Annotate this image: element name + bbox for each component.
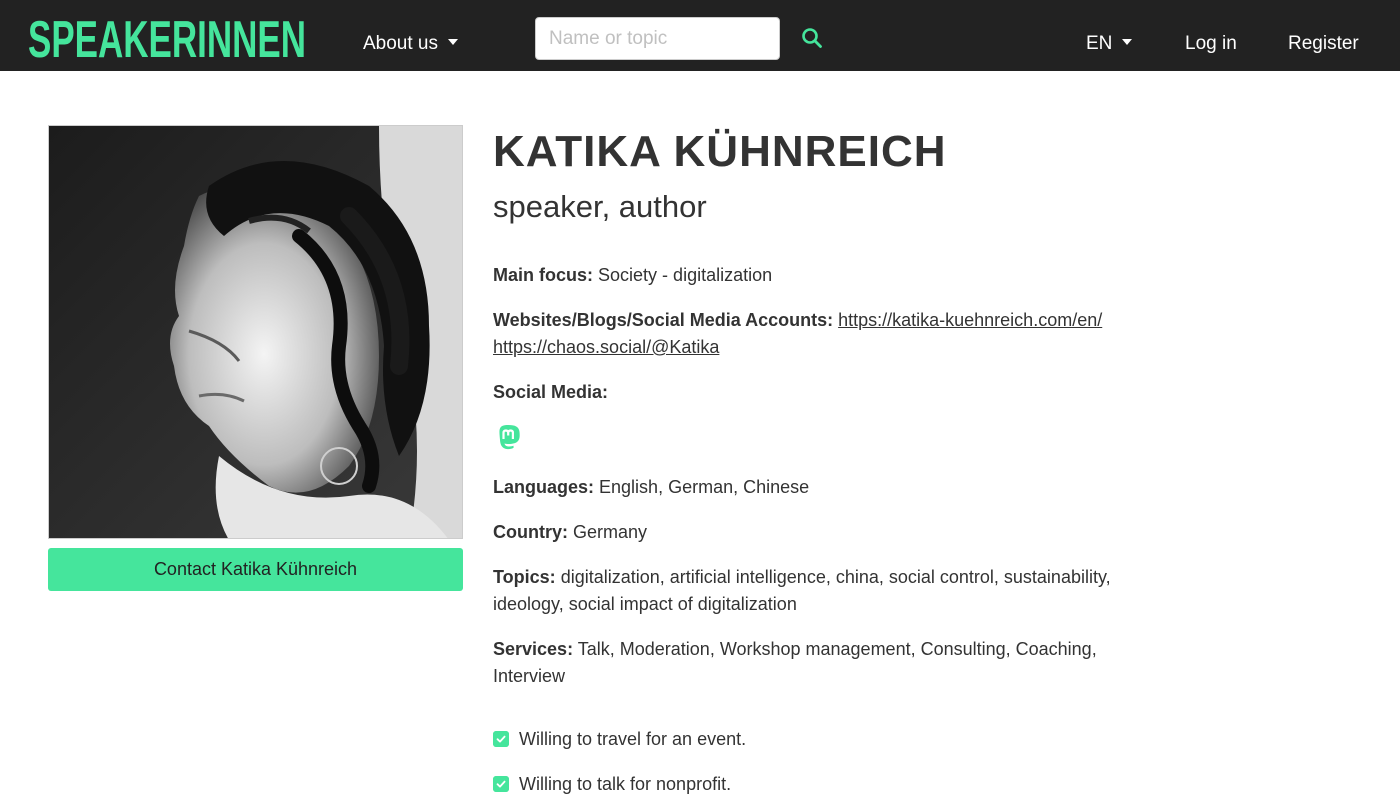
country-label: Country: <box>493 522 568 542</box>
logo-text: SPEAKERINNEN <box>28 12 306 60</box>
checkbox-checked-icon <box>493 731 509 747</box>
website-link[interactable]: https://katika-kuehnreich.com/en/ <box>838 310 1102 330</box>
mastodon-icon[interactable] <box>496 424 521 450</box>
websites-row: Websites/Blogs/Social Media Accounts: ht… <box>493 307 1133 361</box>
country-value: Germany <box>573 522 648 542</box>
about-us-dropdown[interactable]: About us <box>363 32 458 56</box>
website-link[interactable]: https://chaos.social/@Katika <box>493 337 719 357</box>
topics-row: Topics: digitalization, artificial intel… <box>493 564 1133 618</box>
top-navbar: SPEAKERINNEN About us EN Log in Register <box>0 0 1400 71</box>
social-media-row: Social Media: <box>493 379 1133 406</box>
services-label: Services: <box>493 639 574 659</box>
main-focus-label: Main focus: <box>493 265 594 285</box>
speaker-photo <box>48 125 463 539</box>
main-focus-row: Main focus: Society - digitalization <box>493 262 1133 289</box>
checkbox-checked-icon <box>493 776 509 792</box>
contact-button[interactable]: Contact Katika Kühnreich <box>48 548 463 591</box>
portrait-image <box>49 126 462 538</box>
speakerinnen-logo[interactable]: SPEAKERINNEN <box>28 12 306 60</box>
social-media-label: Social Media: <box>493 382 609 402</box>
caret-down-icon <box>448 39 458 46</box>
services-value: Talk, Moderation, Workshop management, C… <box>493 639 1097 686</box>
speaker-name: KATIKA KÜHNREICH <box>493 127 947 176</box>
nonprofit-check-label: Willing to talk for nonprofit. <box>519 774 732 794</box>
country-row: Country: Germany <box>493 519 1133 546</box>
login-link[interactable]: Log in <box>1185 32 1237 56</box>
about-us-label: About us <box>363 33 438 54</box>
topics-value: digitalization, artificial intelligence,… <box>493 567 1111 614</box>
main-focus-value: Society - digitalization <box>598 265 773 285</box>
topics-label: Topics: <box>493 567 556 587</box>
speaker-subtitle: speaker, author <box>493 189 707 224</box>
search-icon[interactable] <box>800 26 824 50</box>
register-link[interactable]: Register <box>1288 32 1359 56</box>
caret-down-icon <box>1122 39 1133 46</box>
websites-label: Websites/Blogs/Social Media Accounts: <box>493 310 834 330</box>
language-label: EN <box>1086 33 1113 54</box>
search-input[interactable] <box>535 17 780 60</box>
services-row: Services: Talk, Moderation, Workshop man… <box>493 636 1133 690</box>
language-dropdown[interactable]: EN <box>1086 32 1133 56</box>
languages-value: English, German, Chinese <box>599 477 810 497</box>
languages-label: Languages: <box>493 477 595 497</box>
travel-check-label: Willing to travel for an event. <box>519 729 747 749</box>
languages-row: Languages: English, German, Chinese <box>493 474 1133 501</box>
